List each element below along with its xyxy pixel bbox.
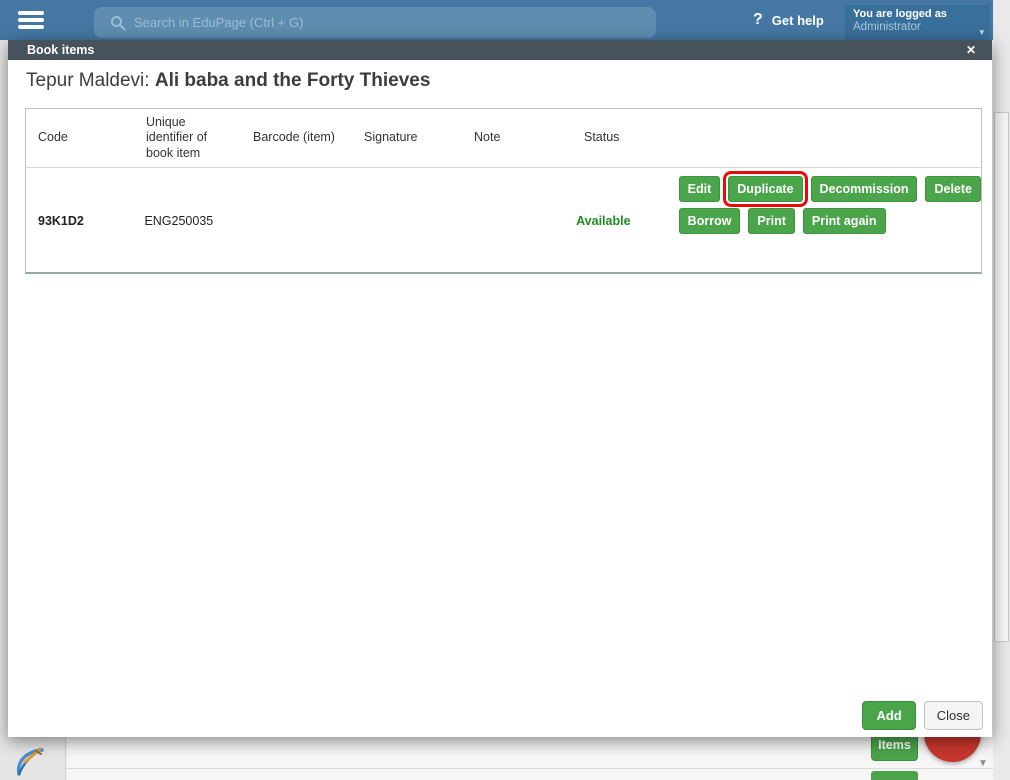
cell-note [456,168,564,271]
cell-signature [347,168,455,271]
column-header-code: Code [38,130,68,145]
column-header-barcode: Barcode (item) [253,130,335,145]
column-header-signature: Signature [364,130,418,145]
window-scrollbar[interactable] [993,0,1010,780]
edupage-pen-logo-icon [13,742,49,778]
edit-button[interactable]: Edit [678,176,721,202]
table-row: 93K1D2 ENG250035 Available Edit Duplicat… [26,168,981,271]
duplicate-button[interactable]: Duplicate [723,171,808,207]
column-header-unique-id: Unique identifier of book item [146,114,208,160]
close-button[interactable]: Close [923,701,983,730]
search-input[interactable] [134,15,614,30]
logged-as-user: Administrator [853,21,921,33]
close-icon[interactable]: ✕ [963,40,979,60]
decommission-button[interactable]: Decommission [810,176,918,202]
divider [67,768,993,769]
cell-unique-id: ENG250035 [144,214,214,228]
book-title: Ali baba and the Forty Thieves [154,70,431,91]
account-menu[interactable]: You are logged as Administrator ▾ [845,5,990,40]
print-button[interactable]: Print [748,208,795,234]
scroll-down-icon[interactable]: ▼ [976,757,990,771]
logged-as-label: You are logged as [853,8,947,20]
get-help-label: Get help [771,12,824,28]
items-button-partial [871,771,918,780]
book-items-table: Code Unique identifier of book item Barc… [25,108,982,274]
cell-code: 93K1D2 [38,214,84,228]
modal-header: Book items ✕ [8,40,992,60]
get-help-button[interactable]: ? Get help [753,11,824,29]
print-again-button[interactable]: Print again [802,208,886,234]
chevron-down-icon: ▾ [979,27,984,37]
status-badge: Available [576,214,631,228]
table-header-row: Code Unique identifier of book item Barc… [26,109,981,168]
book-author: Tepur Maldevi: [26,70,155,91]
page-title: Tepur Maldevi: Ali baba and the Forty Th… [26,70,430,92]
cell-barcode [238,168,347,271]
row-actions: Edit Duplicate Decommission Delete Borro… [665,168,981,271]
book-items-modal: Book items ✕ Tepur Maldevi: Ali baba and… [8,40,992,737]
borrow-button[interactable]: Borrow [678,208,741,234]
modal-footer: Add Close [862,701,983,730]
search-icon [111,15,126,30]
question-mark-icon: ? [753,11,763,28]
scrollbar-thumb[interactable] [994,112,1009,642]
top-bar: ? Get help You are logged as Administrat… [0,0,993,40]
modal-title: Book items [27,43,95,57]
column-header-note: Note [474,130,501,145]
search-box[interactable] [94,7,656,38]
column-header-status: Status [584,130,620,145]
delete-button[interactable]: Delete [925,176,981,202]
hamburger-menu-icon[interactable] [18,11,44,29]
add-button[interactable]: Add [862,701,916,730]
actions-line-1: Edit Duplicate Decommission Delete [678,171,981,207]
actions-line-2: Borrow Print Print again [678,208,981,234]
